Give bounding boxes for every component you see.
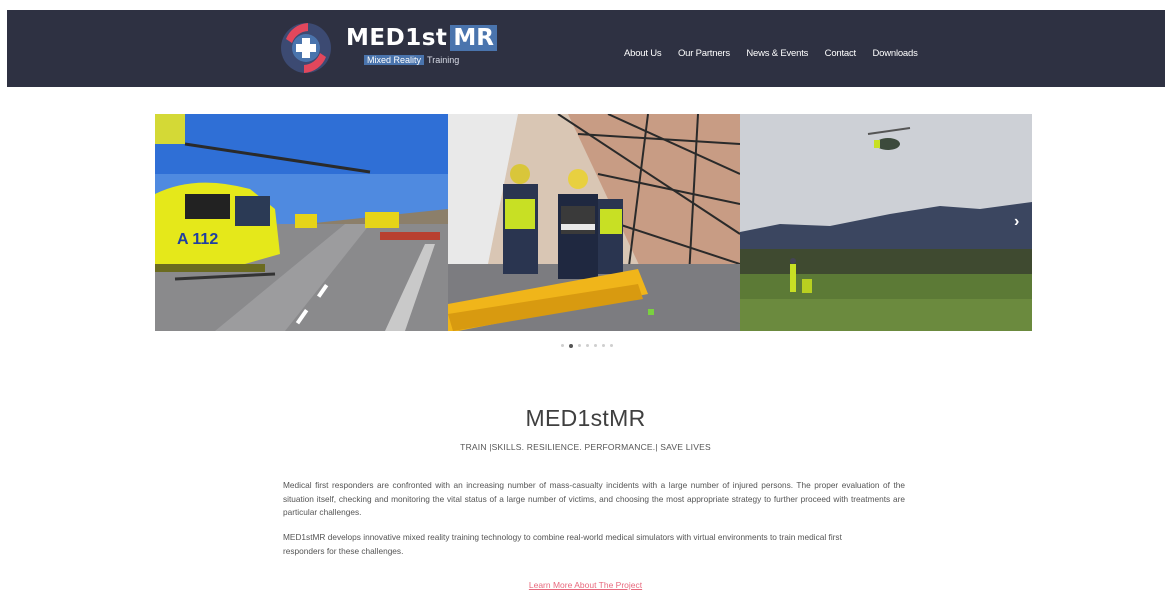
- responders-tent-image: [448, 114, 740, 331]
- carousel-dot[interactable]: [610, 344, 613, 348]
- intro-paragraph-1: Medical first responders are confronted …: [283, 480, 905, 517]
- carousel-dot[interactable]: [578, 344, 581, 348]
- nav-about-us[interactable]: About Us: [624, 48, 662, 59]
- helicopter-field-image: [740, 114, 1032, 331]
- main-nav: About Us Our Partners News & Events Cont…: [624, 43, 930, 61]
- carousel-slide-responders-tent[interactable]: [448, 114, 740, 331]
- intro-paragraph-2: MED1stMR develops innovative mixed reali…: [283, 532, 842, 556]
- logo-subtitle: Mixed Reality Training: [364, 55, 459, 65]
- site-header: MED1st MR Mixed Reality Training About Us …: [7, 10, 1165, 87]
- carousel-pagination: [561, 337, 618, 348]
- nav-news-events[interactable]: News & Events: [746, 48, 808, 59]
- image-carousel[interactable]: A 112: [155, 114, 1032, 331]
- carousel-dot[interactable]: [594, 344, 597, 348]
- chevron-left-icon: ‹: [162, 213, 167, 230]
- chevron-right-icon: ›: [1014, 213, 1020, 230]
- page-title: MED1stMR: [525, 405, 646, 431]
- logo-subtitle-rest: Training: [427, 55, 460, 65]
- helicopter-road-image: A 112: [155, 114, 448, 331]
- nav-downloads[interactable]: Downloads: [872, 48, 917, 59]
- carousel-dot[interactable]: [561, 344, 564, 348]
- logo-wordmark: MED1st MR: [346, 25, 497, 55]
- logo-title-main: MED1st: [346, 25, 448, 51]
- carousel-slide-helicopter-field[interactable]: [740, 114, 1032, 331]
- logo-title-box: MR: [450, 25, 497, 51]
- carousel-dot[interactable]: [602, 344, 605, 348]
- site-logo[interactable]: MED1st MR Mixed Reality Training: [278, 21, 497, 75]
- carousel-dot[interactable]: [586, 344, 589, 348]
- carousel-slide-helicopter-road[interactable]: A 112: [155, 114, 448, 331]
- nav-contact[interactable]: Contact: [825, 48, 857, 59]
- carousel-dot[interactable]: [569, 343, 573, 348]
- medical-cross-logo-icon: [281, 23, 331, 73]
- nav-our-partners[interactable]: Our Partners: [678, 48, 730, 59]
- learn-more-link[interactable]: Learn More About The Project: [0, 580, 1171, 590]
- svg-text:A 112: A 112: [177, 231, 218, 248]
- carousel-next-button[interactable]: ›: [1014, 213, 1019, 231]
- page-tagline: TRAIN |SKILLS. RESILIENCE. PERFORMANCE.|…: [460, 442, 711, 452]
- logo-subtitle-box: Mixed Reality: [364, 55, 425, 65]
